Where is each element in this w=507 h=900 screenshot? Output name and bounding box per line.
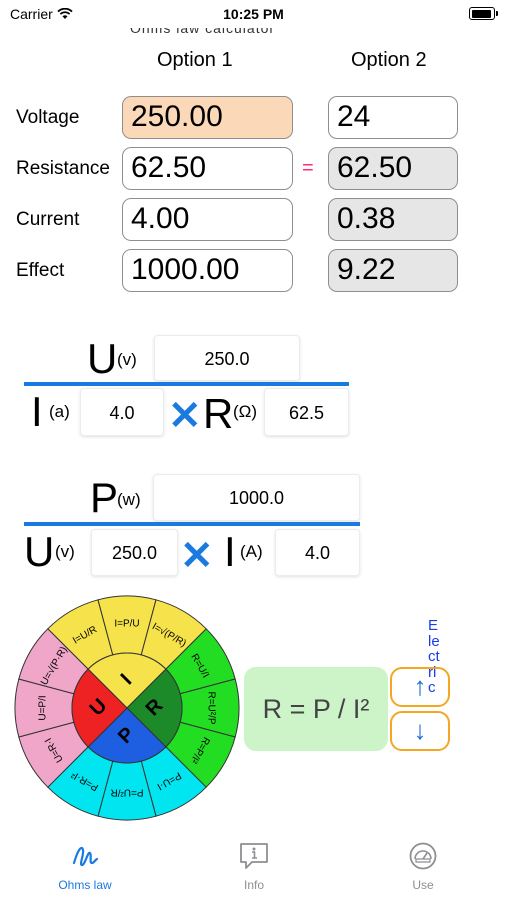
result-formula: R = P / I² xyxy=(244,667,388,751)
multiply-icon: ✕ xyxy=(168,394,202,438)
option1-header: Option 1 xyxy=(157,49,233,71)
resistance-option2-field: 62.50 xyxy=(328,147,458,190)
tab-bar: Ohms law Info Use xyxy=(0,838,507,900)
wheel-formula-label: U=P/I xyxy=(38,695,49,720)
voltage-option2-field[interactable]: 24 xyxy=(328,96,458,139)
battery-icon xyxy=(469,7,498,20)
i-unit: (a) xyxy=(49,402,70,421)
u-unit: (v) xyxy=(55,542,75,561)
wheel-formula-label: I=P/U xyxy=(114,619,139,630)
p-letter: P xyxy=(90,474,119,521)
current-option2-field: 0.38 xyxy=(328,198,458,241)
fraction-line xyxy=(24,522,360,526)
resistance-label: Resistance xyxy=(16,158,110,179)
voltage-label: Voltage xyxy=(16,107,80,128)
current-label: Current xyxy=(16,209,80,230)
info-bubble-icon xyxy=(240,843,268,869)
effect-label: Effect xyxy=(16,260,65,281)
i-letter: I xyxy=(224,528,236,575)
voltage-option1-field[interactable]: 250.00 xyxy=(122,96,293,139)
resistance-option1-field[interactable]: 62.50 xyxy=(122,147,293,190)
wheel-formula-label: P=U²/R xyxy=(110,786,143,797)
current-option1-field[interactable]: 4.00 xyxy=(122,198,293,241)
u-letter: U xyxy=(24,528,55,575)
p-value-box[interactable]: 1000.0 xyxy=(153,474,360,521)
r-unit: (Ω) xyxy=(233,402,258,421)
scribble-icon xyxy=(72,846,99,867)
page-title: Ohms law calculator xyxy=(130,28,276,36)
tab-use[interactable]: Use xyxy=(363,838,483,892)
i-value-box[interactable]: 4.0 xyxy=(275,529,360,576)
fraction-line xyxy=(24,382,349,386)
p-unit: (w) xyxy=(117,490,141,509)
effect-option2-field: 9.22 xyxy=(328,249,458,292)
wheel-formula-label: R=U²/P xyxy=(205,691,216,724)
u-value-box[interactable]: 250.0 xyxy=(91,529,178,576)
gauge-icon xyxy=(409,842,437,870)
tab-label: Info xyxy=(243,878,264,892)
option2-header: Option 2 xyxy=(351,49,427,71)
tab-info[interactable]: Info xyxy=(194,838,314,892)
tab-label: Ohms law xyxy=(58,878,112,892)
effect-option1-field[interactable]: 1000.00 xyxy=(122,249,293,292)
i-unit: (A) xyxy=(240,542,263,561)
r-value-box[interactable]: 62.5 xyxy=(264,388,349,436)
i-value-box[interactable]: 4.0 xyxy=(80,388,164,436)
i-letter: I xyxy=(31,388,43,435)
equals-sign: = xyxy=(302,157,314,179)
formula-wheel[interactable]: I=U/RI=P/U I=√(P/R)R=U/IR=U²/PR=P/I²P=U·I… xyxy=(12,593,242,823)
tab-label: Use xyxy=(412,878,434,892)
down-arrow-button[interactable]: ↓ xyxy=(390,711,450,751)
r-letter: R xyxy=(203,390,234,437)
multiply-icon: ✕ xyxy=(180,534,214,578)
vertical-label: Electric xyxy=(428,617,440,696)
up-arrow-button[interactable]: ↑ xyxy=(390,667,450,707)
u-unit: (v) xyxy=(117,350,137,369)
tab-ohms-law[interactable]: Ohms law xyxy=(25,838,145,892)
u-letter: U xyxy=(87,335,118,382)
status-bar: Carrier 10:25 PM xyxy=(0,0,507,30)
clock: 10:25 PM xyxy=(223,6,284,22)
u-value-box[interactable]: 250.0 xyxy=(154,335,300,381)
